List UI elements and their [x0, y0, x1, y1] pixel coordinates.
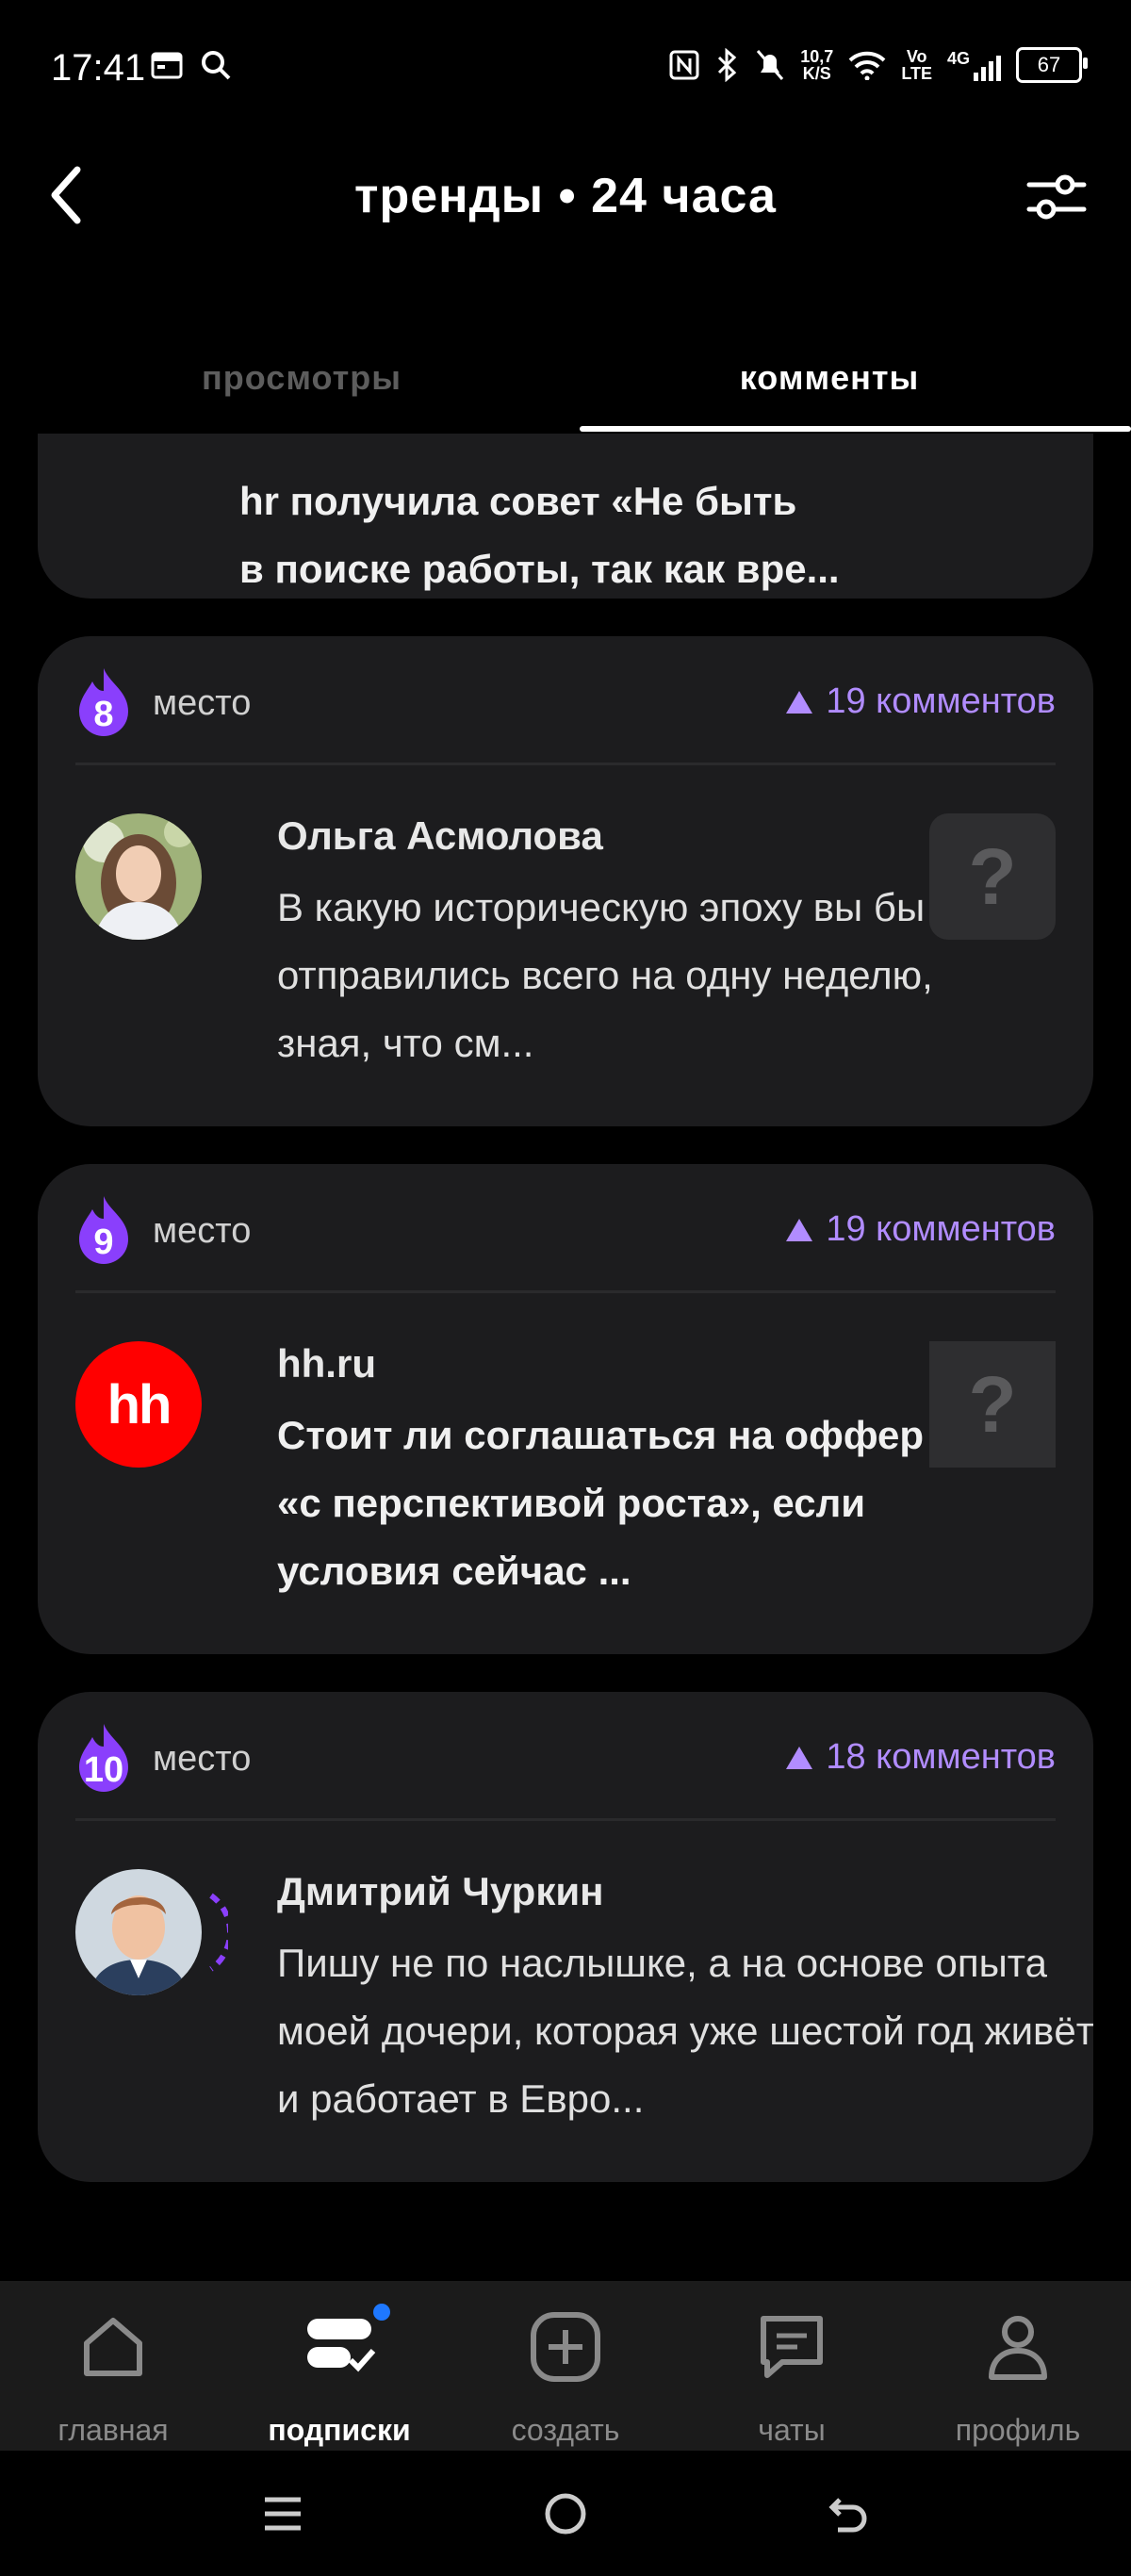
tab-views[interactable]: просмотры — [38, 358, 566, 398]
trend-card-partial[interactable]: hr получила совет «Не быть в поиске рабо… — [38, 434, 1093, 599]
rank-number: 8 — [93, 695, 114, 734]
status-time: 17:41 — [51, 47, 146, 89]
back-nav-icon[interactable] — [825, 2490, 872, 2537]
avatar[interactable] — [75, 813, 202, 940]
comment-count: 19 комментов — [786, 681, 1056, 722]
post-text[interactable]: Стоит ли соглашаться на оффер «с перспек… — [277, 1402, 937, 1605]
card-header: 9 место 19 комментов — [75, 1164, 1056, 1293]
battery-icon: 67 — [1016, 47, 1088, 83]
trend-card[interactable]: 10 место 18 комментов Дмитрий Чуркин Пиш… — [38, 1692, 1093, 2182]
volte: Vo LTE — [901, 48, 932, 82]
net-speed: 10,7 K/S — [800, 48, 833, 82]
rank-number: 10 — [83, 1750, 124, 1790]
rank-number: 9 — [93, 1222, 114, 1262]
top-bar: тренды • 24 часа — [0, 151, 1131, 245]
network-type: 4G — [946, 48, 970, 68]
trends-list[interactable]: hr получила совет «Не быть в поиске рабо… — [38, 434, 1093, 2281]
menu-icon[interactable] — [259, 2490, 306, 2537]
rank-badge: 8 — [75, 666, 147, 738]
wifi-icon — [848, 51, 886, 80]
bluetooth-icon — [718, 48, 737, 82]
trend-card[interactable]: 9 место 19 комментов hh hh.ru Стоит ли с… — [38, 1164, 1093, 1654]
home-circle-icon[interactable] — [542, 2490, 589, 2537]
post-text[interactable]: В какую историческую эпоху вы бы отправи… — [277, 874, 937, 1077]
rank-badge: 10 — [75, 1722, 147, 1794]
author-name[interactable]: Дмитрий Чуркин — [277, 1869, 604, 1914]
battery-level: 67 — [1037, 53, 1061, 76]
question-thumbnail[interactable]: ? — [929, 1341, 1056, 1468]
man-portrait-icon — [75, 1869, 202, 1995]
search-icon — [202, 51, 231, 80]
card-header: 10 место 18 комментов — [75, 1692, 1056, 1821]
status-bar: 17:41 10,7 K/S Vo LTE 4G 67 — [0, 0, 1131, 141]
comment-count-text: 19 комментов — [826, 1209, 1056, 1249]
nav-label: подписки — [268, 2413, 411, 2447]
volte-top: Vo — [906, 47, 927, 66]
author-name[interactable]: Ольга Асмолова — [277, 813, 603, 859]
comment-count: 18 комментов — [786, 1737, 1056, 1778]
author-name[interactable]: hh.ru — [277, 1341, 376, 1386]
avatar[interactable]: hh — [75, 1341, 202, 1468]
create-plus-icon — [531, 2312, 600, 2382]
home-icon — [84, 2318, 142, 2376]
trend-card[interactable]: 8 место 19 комментов Ольга Асмолова В ка… — [38, 636, 1093, 1126]
volte-bottom: LTE — [901, 64, 932, 83]
comment-count-text: 19 комментов — [826, 681, 1056, 721]
avatar[interactable] — [75, 1869, 202, 1995]
partial-text-line2: в поиске работы, так как вре... — [239, 547, 840, 591]
comment-count-text: 18 комментов — [826, 1737, 1056, 1777]
partial-card-text: hr получила совет «Не быть в поиске рабо… — [239, 468, 840, 603]
filter-settings-icon[interactable] — [1024, 164, 1090, 230]
tab-comments[interactable]: комменты — [566, 358, 1093, 398]
nav-label: профиль — [955, 2413, 1081, 2447]
rank-badge: 9 — [75, 1194, 147, 1266]
notification-dot — [373, 2304, 390, 2321]
place-label: место — [153, 1739, 252, 1779]
place-label: место — [153, 683, 252, 723]
signal: 4G — [947, 49, 1001, 82]
card-body: Дмитрий Чуркин Пишу не по наслышке, а на… — [75, 1818, 1093, 2182]
page-title: тренды • 24 часа — [354, 169, 777, 223]
partial-text-line1: hr получила совет «Не быть — [239, 479, 797, 523]
nfc-icon — [669, 50, 699, 80]
calendar-icon — [151, 52, 183, 79]
nav-label: главная — [57, 2413, 169, 2447]
subscriptions-icon — [307, 2319, 376, 2372]
active-tab-indicator — [580, 426, 1131, 432]
place-label: место — [153, 1211, 252, 1251]
arrow-up-icon — [786, 690, 813, 714]
card-header: 8 место 19 комментов — [75, 636, 1056, 765]
question-mark: ? — [968, 1359, 1017, 1449]
system-nav-bar — [0, 2451, 1131, 2576]
status-right-icons: 10,7 K/S Vo LTE 4G 67 — [668, 47, 1088, 83]
net-speed-value: 10,7 — [800, 47, 834, 66]
hh-logo-text: hh — [107, 1373, 172, 1436]
profile-icon — [989, 2316, 1047, 2380]
chat-icon — [761, 2316, 823, 2378]
card-body: hh hh.ru Стоит ли соглашаться на оффер «… — [75, 1290, 1056, 1654]
tabs-bar: просмотры комменты — [38, 339, 1131, 434]
signal-icon — [974, 55, 1001, 81]
story-ring-icon — [209, 1893, 228, 1972]
comment-count: 19 комментов — [786, 1209, 1056, 1250]
question-mark: ? — [968, 831, 1017, 921]
bell-muted-icon — [757, 50, 784, 80]
card-body: Ольга Асмолова В какую историческую эпох… — [75, 763, 1056, 1126]
arrow-up-icon — [786, 1746, 813, 1769]
question-thumbnail[interactable]: ? — [929, 813, 1056, 940]
nav-label: создать — [511, 2413, 620, 2447]
nav-label: чаты — [758, 2413, 826, 2447]
bottom-nav: главная подписки создать чаты профиль — [0, 2281, 1131, 2451]
post-text[interactable]: Пишу не по наслышке, а на основе опыта м… — [277, 1929, 1093, 2133]
arrow-up-icon — [786, 1218, 813, 1241]
status-left-icons — [151, 49, 232, 81]
net-speed-unit: K/S — [802, 64, 831, 83]
woman-portrait-icon — [75, 813, 202, 940]
